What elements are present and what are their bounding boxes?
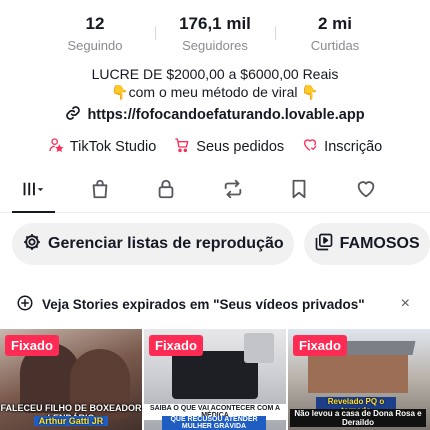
link-icon — [65, 105, 81, 125]
manage-playlists-button[interactable]: Gerenciar listas de reprodução — [12, 223, 294, 265]
tab-favorites[interactable] — [266, 173, 333, 209]
person-star-icon — [48, 137, 64, 157]
stat-followers[interactable]: 176,1 mil Seguidores — [155, 14, 275, 53]
tab-videos[interactable] — [0, 173, 67, 213]
likes-label: Curtidas — [310, 38, 360, 53]
video-caption-sub: Arthur Gatti JR — [34, 416, 108, 426]
playlist-famous-label: FAMOSOS — [339, 235, 420, 252]
heart-check-icon — [302, 137, 318, 157]
tab-liked[interactable] — [333, 173, 400, 209]
profile-stats: 12 Seguindo 176,1 mil Seguidores 2 mi Cu… — [0, 14, 430, 53]
video-grid: Fixado FALECEU FILHO DE BOXEADOR LENDÁRI… — [0, 329, 430, 430]
pinned-badge: Fixado — [293, 335, 347, 356]
likes-count: 2 mi — [317, 14, 353, 33]
tiktok-studio-label: TikTok Studio — [69, 139, 157, 155]
bookmark-icon — [288, 178, 310, 205]
playlist-famous-chip[interactable]: FAMOSOS — [303, 223, 430, 265]
following-count: 12 — [85, 14, 105, 33]
subscription-label: Inscrição — [324, 139, 383, 155]
repost-icon — [222, 178, 244, 205]
profile-link[interactable]: https://fofocandoefaturando.lovable.app — [0, 105, 430, 125]
video-thumbnail[interactable]: Fixado Revelado PQ o tornado Não levou a… — [288, 329, 430, 430]
manage-playlists-label: Gerenciar listas de reprodução — [48, 235, 284, 252]
tab-reposts[interactable] — [200, 173, 267, 209]
bio-line-2: 👇com o meu método de viral 👇 — [111, 84, 319, 100]
video-thumbnail[interactable]: Fixado SAIBA O QUE VAI ACONTECER COM A M… — [144, 329, 286, 430]
tiktok-studio-button[interactable]: TikTok Studio — [48, 137, 157, 157]
gear-icon — [22, 232, 42, 257]
orders-button[interactable]: Seus pedidos — [174, 137, 284, 157]
close-icon[interactable]: × — [401, 295, 410, 313]
stat-likes[interactable]: 2 mi Curtidas — [275, 14, 395, 53]
pinned-badge: Fixado — [149, 335, 203, 356]
stat-following[interactable]: 12 Seguindo — [35, 14, 155, 53]
video-thumbnail[interactable]: Fixado FALECEU FILHO DE BOXEADOR LENDÁRI… — [0, 329, 142, 430]
bio-line-1: LUCRE DE $2000,00 a $6000,00 Reais — [91, 66, 339, 82]
video-caption-sub: QUE RECUSOU ATENDER MULHER GRÁVIDA — [162, 416, 266, 430]
video-caption-sub: Não levou a casa de Dona Rosa e Deraildo — [290, 409, 426, 427]
profile-tabs — [0, 173, 430, 213]
tab-private[interactable] — [133, 173, 200, 209]
thumbnail-image — [244, 333, 274, 363]
link-text: https://fofocandoefaturando.lovable.app — [87, 107, 365, 123]
playlist-chips: Gerenciar listas de reprodução FAMOSOS — [12, 223, 430, 265]
orders-label: Seus pedidos — [196, 139, 285, 155]
shopping-bag-icon — [89, 178, 111, 205]
following-label: Seguindo — [67, 38, 123, 53]
playlist-icon — [314, 232, 334, 257]
heart-icon — [355, 178, 377, 205]
stories-banner[interactable]: Veja Stories expirados em "Seus vídeos p… — [0, 288, 430, 320]
username-peek: · — [0, 0, 430, 6]
cart-icon — [174, 137, 190, 157]
creator-tools: TikTok Studio Seus pedidos Inscrição — [0, 137, 430, 157]
profile-bio: LUCRE DE $2000,00 a $6000,00 Reais 👇com … — [0, 65, 430, 101]
pinned-badge: Fixado — [5, 335, 59, 356]
followers-label: Seguidores — [182, 38, 248, 53]
followers-count: 176,1 mil — [179, 14, 251, 33]
stories-banner-text: Veja Stories expirados em "Seus vídeos p… — [42, 296, 365, 312]
thumbnail-image — [308, 351, 408, 393]
subscription-button[interactable]: Inscrição — [302, 137, 382, 157]
videos-grid-icon — [22, 178, 44, 205]
add-circle-icon — [16, 294, 34, 315]
lock-icon — [155, 178, 177, 205]
tab-shop[interactable] — [67, 173, 134, 209]
